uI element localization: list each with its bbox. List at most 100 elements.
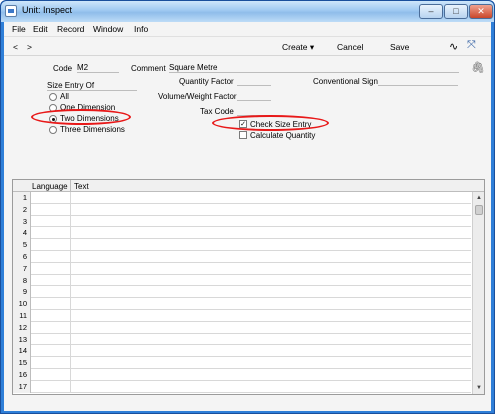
cell-divider: [70, 380, 71, 393]
row-number: 14: [13, 345, 31, 358]
table-row[interactable]: 17: [13, 380, 471, 393]
window-title: Unit: Inspect: [22, 5, 73, 15]
menu-record[interactable]: Record: [57, 24, 84, 34]
cell-divider: [70, 369, 71, 381]
table-row[interactable]: 3: [13, 215, 471, 228]
save-button[interactable]: Save: [390, 42, 409, 52]
table-row[interactable]: 12: [13, 321, 471, 334]
cell-divider: [70, 310, 71, 322]
cell-divider: [70, 345, 71, 358]
cell-divider: [70, 274, 71, 287]
cell-divider: [70, 203, 71, 216]
client-area: File Edit Record Window Info < > Create …: [4, 22, 491, 411]
close-button[interactable]: ✕: [469, 4, 493, 19]
column-language[interactable]: Language: [32, 182, 68, 191]
code-label: Code: [53, 64, 73, 73]
size-entry-underline: [47, 81, 137, 91]
cell-divider: [70, 239, 71, 251]
expand-icon[interactable]: ⤧: [467, 39, 476, 52]
row-number: 3: [13, 215, 31, 228]
row-number: 4: [13, 227, 31, 240]
row-number: 15: [13, 357, 31, 369]
next-record-button[interactable]: >: [27, 42, 32, 52]
cell-divider: [70, 262, 71, 275]
title-bar[interactable]: Unit: Inspect – □ ✕: [1, 1, 494, 22]
maximize-button[interactable]: □: [444, 4, 468, 19]
language-text-grid: Language Text 1 2 3 4 5 6 7 8 9 10 11 12 13 14 15 16 17 …: [12, 179, 485, 395]
row-number: 8: [13, 274, 31, 287]
cell-divider: [70, 215, 71, 228]
quantity-factor-label: Quantity Factor: [179, 77, 234, 86]
radio-three-dimensions[interactable]: [49, 126, 57, 134]
row-number: 1: [13, 192, 31, 204]
comment-label: Comment: [131, 64, 166, 73]
chevron-down-icon: ▾: [307, 42, 315, 52]
table-row[interactable]: 14: [13, 345, 471, 358]
toolbar: < > Create ▾ Cancel Save ∿ ⤧: [4, 36, 491, 56]
attachment-icon[interactable]: 🖇: [471, 61, 485, 74]
menu-info[interactable]: Info: [134, 24, 148, 34]
row-number: 17: [13, 380, 31, 393]
table-row[interactable]: 2: [13, 203, 471, 216]
table-row[interactable]: 7: [13, 262, 471, 275]
activity-icon[interactable]: ∿: [449, 40, 458, 53]
table-row[interactable]: 10: [13, 298, 471, 310]
cell-divider: [70, 321, 71, 334]
status-bar: [4, 397, 491, 411]
calculate-quantity-checkbox[interactable]: [239, 131, 247, 139]
conventional-sign-field[interactable]: [378, 76, 458, 86]
row-number: 5: [13, 239, 31, 251]
cell-divider: [70, 298, 71, 310]
create-button[interactable]: Create ▾: [282, 42, 314, 53]
table-row[interactable]: 4: [13, 227, 471, 240]
cancel-button[interactable]: Cancel: [337, 42, 363, 52]
scroll-down-icon[interactable]: ▼: [474, 383, 484, 393]
table-row[interactable]: 9: [13, 286, 471, 299]
row-number: 12: [13, 321, 31, 334]
menu-file[interactable]: File: [12, 24, 26, 34]
row-number: 9: [13, 286, 31, 299]
table-row[interactable]: 8: [13, 274, 471, 287]
table-row[interactable]: 1: [13, 192, 471, 204]
window-frame: Unit: Inspect – □ ✕ File Edit Record Win…: [0, 0, 495, 414]
highlight-ellipse-check-size-entry: [212, 115, 329, 131]
code-field[interactable]: M2: [77, 63, 119, 73]
row-number: 2: [13, 203, 31, 216]
quantity-factor-field[interactable]: [237, 76, 271, 86]
cell-divider: [70, 333, 71, 346]
volume-weight-factor-field[interactable]: [237, 91, 271, 101]
cell-divider: [70, 227, 71, 240]
column-divider: [70, 180, 71, 192]
row-number: 7: [13, 262, 31, 275]
table-row[interactable]: 11: [13, 310, 471, 322]
column-text[interactable]: Text: [74, 182, 89, 191]
radio-all-label: All: [60, 92, 69, 101]
calculate-quantity-label: Calculate Quantity: [250, 131, 316, 140]
cell-divider: [70, 192, 71, 204]
radio-all[interactable]: [49, 93, 57, 101]
create-label: Create: [282, 42, 308, 52]
tax-code-label: Tax Code: [200, 107, 234, 116]
scroll-up-icon[interactable]: ▲: [474, 193, 484, 203]
app-icon: [5, 5, 17, 17]
table-row[interactable]: 13: [13, 333, 471, 346]
row-number: 6: [13, 251, 31, 263]
menu-edit[interactable]: Edit: [33, 24, 48, 34]
row-number: 13: [13, 333, 31, 346]
table-row[interactable]: 6: [13, 251, 471, 263]
table-row[interactable]: 16: [13, 369, 471, 381]
header-form: Code M2 Comment Square Metre 🖇 Size Entr…: [4, 56, 491, 176]
scroll-thumb[interactable]: [475, 205, 483, 215]
table-row[interactable]: 15: [13, 357, 471, 369]
conventional-sign-label: Conventional Sign: [313, 77, 378, 86]
grid-header: Language Text: [13, 180, 484, 192]
minimize-button[interactable]: –: [419, 4, 443, 19]
menu-bar: File Edit Record Window Info: [4, 22, 491, 36]
menu-window[interactable]: Window: [93, 24, 123, 34]
radio-three-dimensions-label: Three Dimensions: [60, 125, 125, 134]
table-row[interactable]: 5: [13, 239, 471, 251]
row-number: 16: [13, 369, 31, 381]
previous-record-button[interactable]: <: [13, 42, 18, 52]
vertical-scrollbar[interactable]: ▲ ▼: [472, 192, 484, 394]
comment-field[interactable]: Square Metre: [169, 63, 459, 73]
